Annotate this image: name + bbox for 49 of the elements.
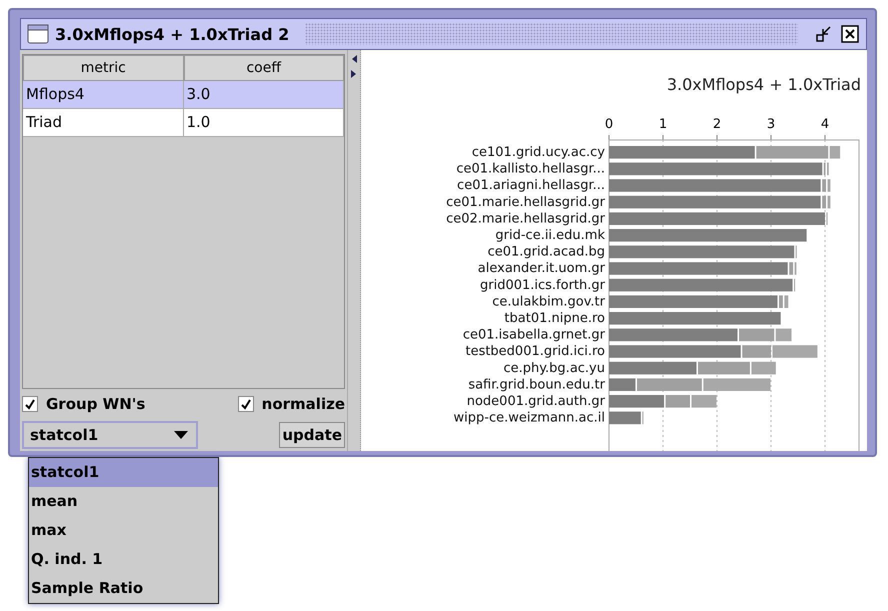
window-icon [27, 24, 49, 44]
category-label: ce01.marie.hellasgrid.gr [446, 194, 605, 210]
category-label: alexander.it.uom.gr [478, 261, 605, 276]
checkbox-label: normalize [262, 395, 345, 413]
category-label: safir.grid.boun.edu.tr [468, 377, 605, 392]
column-header[interactable]: metric [23, 55, 184, 81]
category-label: ce01.ariagni.hellasgr... [457, 178, 605, 194]
category-label: ce101.grid.ucy.ac.cy [472, 145, 605, 160]
checkbox[interactable] [22, 396, 38, 412]
category-label: ce01.grid.acad.bg [488, 244, 605, 260]
category-label: tbat01.nipne.ro [504, 311, 605, 326]
close-icon[interactable] [840, 24, 860, 44]
category-label: testbed001.grid.ici.ro [465, 344, 605, 360]
category-label: ce02.marie.hellasgrid.gr [446, 211, 605, 226]
table-cell: Triad [23, 109, 184, 136]
category-label: ce01.kallisto.hellasgr... [456, 162, 605, 177]
dropdown-option[interactable]: Q. ind. 1 [29, 545, 218, 574]
category-label: ce.ulakbim.gov.tr [492, 294, 605, 310]
chart-title: 3.0xMflops4 + 1.0xTriad [666, 75, 861, 94]
category-label: grid001.ics.forth.gr [480, 278, 605, 293]
category-label: ce01.isabella.grnet.gr [462, 328, 605, 343]
column-header[interactable]: coeff [184, 55, 344, 81]
table-cell: 1.0 [184, 109, 344, 136]
tick-label: 1 [658, 117, 668, 132]
tick-label: 4 [820, 117, 830, 132]
caret-icon [174, 431, 188, 439]
category-label: ce.phy.bg.ac.yu [503, 360, 605, 376]
checkbox[interactable] [238, 396, 254, 412]
collapse-arrows-icon[interactable] [351, 54, 357, 80]
table-row[interactable]: Mflops4 3.0 [23, 81, 344, 109]
dropdown-option[interactable]: mean [29, 487, 218, 516]
table-cell: 3.0 [184, 81, 344, 108]
category-label: node001.grid.auth.gr [466, 394, 605, 409]
bar-segment [692, 395, 716, 408]
category-label: grid-ce.ii.edu.mk [495, 228, 605, 243]
dropdown-option[interactable]: statcol1 [29, 458, 218, 487]
dropdown-option[interactable]: Sample Ratio [29, 574, 218, 603]
tick-label: 2 [712, 117, 722, 132]
statistic-dropdown[interactable]: statcol1 [22, 421, 198, 449]
tick-label: 3 [766, 117, 776, 132]
table-cell: Mflops4 [23, 81, 184, 108]
table-row[interactable]: Triad 1.0 [23, 109, 344, 137]
tick-label: 0 [604, 117, 614, 132]
window-title: 3.0xMflops4 + 1.0xTriad 2 [55, 24, 290, 44]
bar-segment [703, 378, 770, 391]
update-button[interactable]: update [279, 422, 345, 448]
dropdown-option[interactable]: max [29, 516, 218, 545]
checkbox-label: Group WN's [46, 395, 146, 413]
category-label: wipp-ce.weizmann.ac.il [454, 410, 605, 426]
